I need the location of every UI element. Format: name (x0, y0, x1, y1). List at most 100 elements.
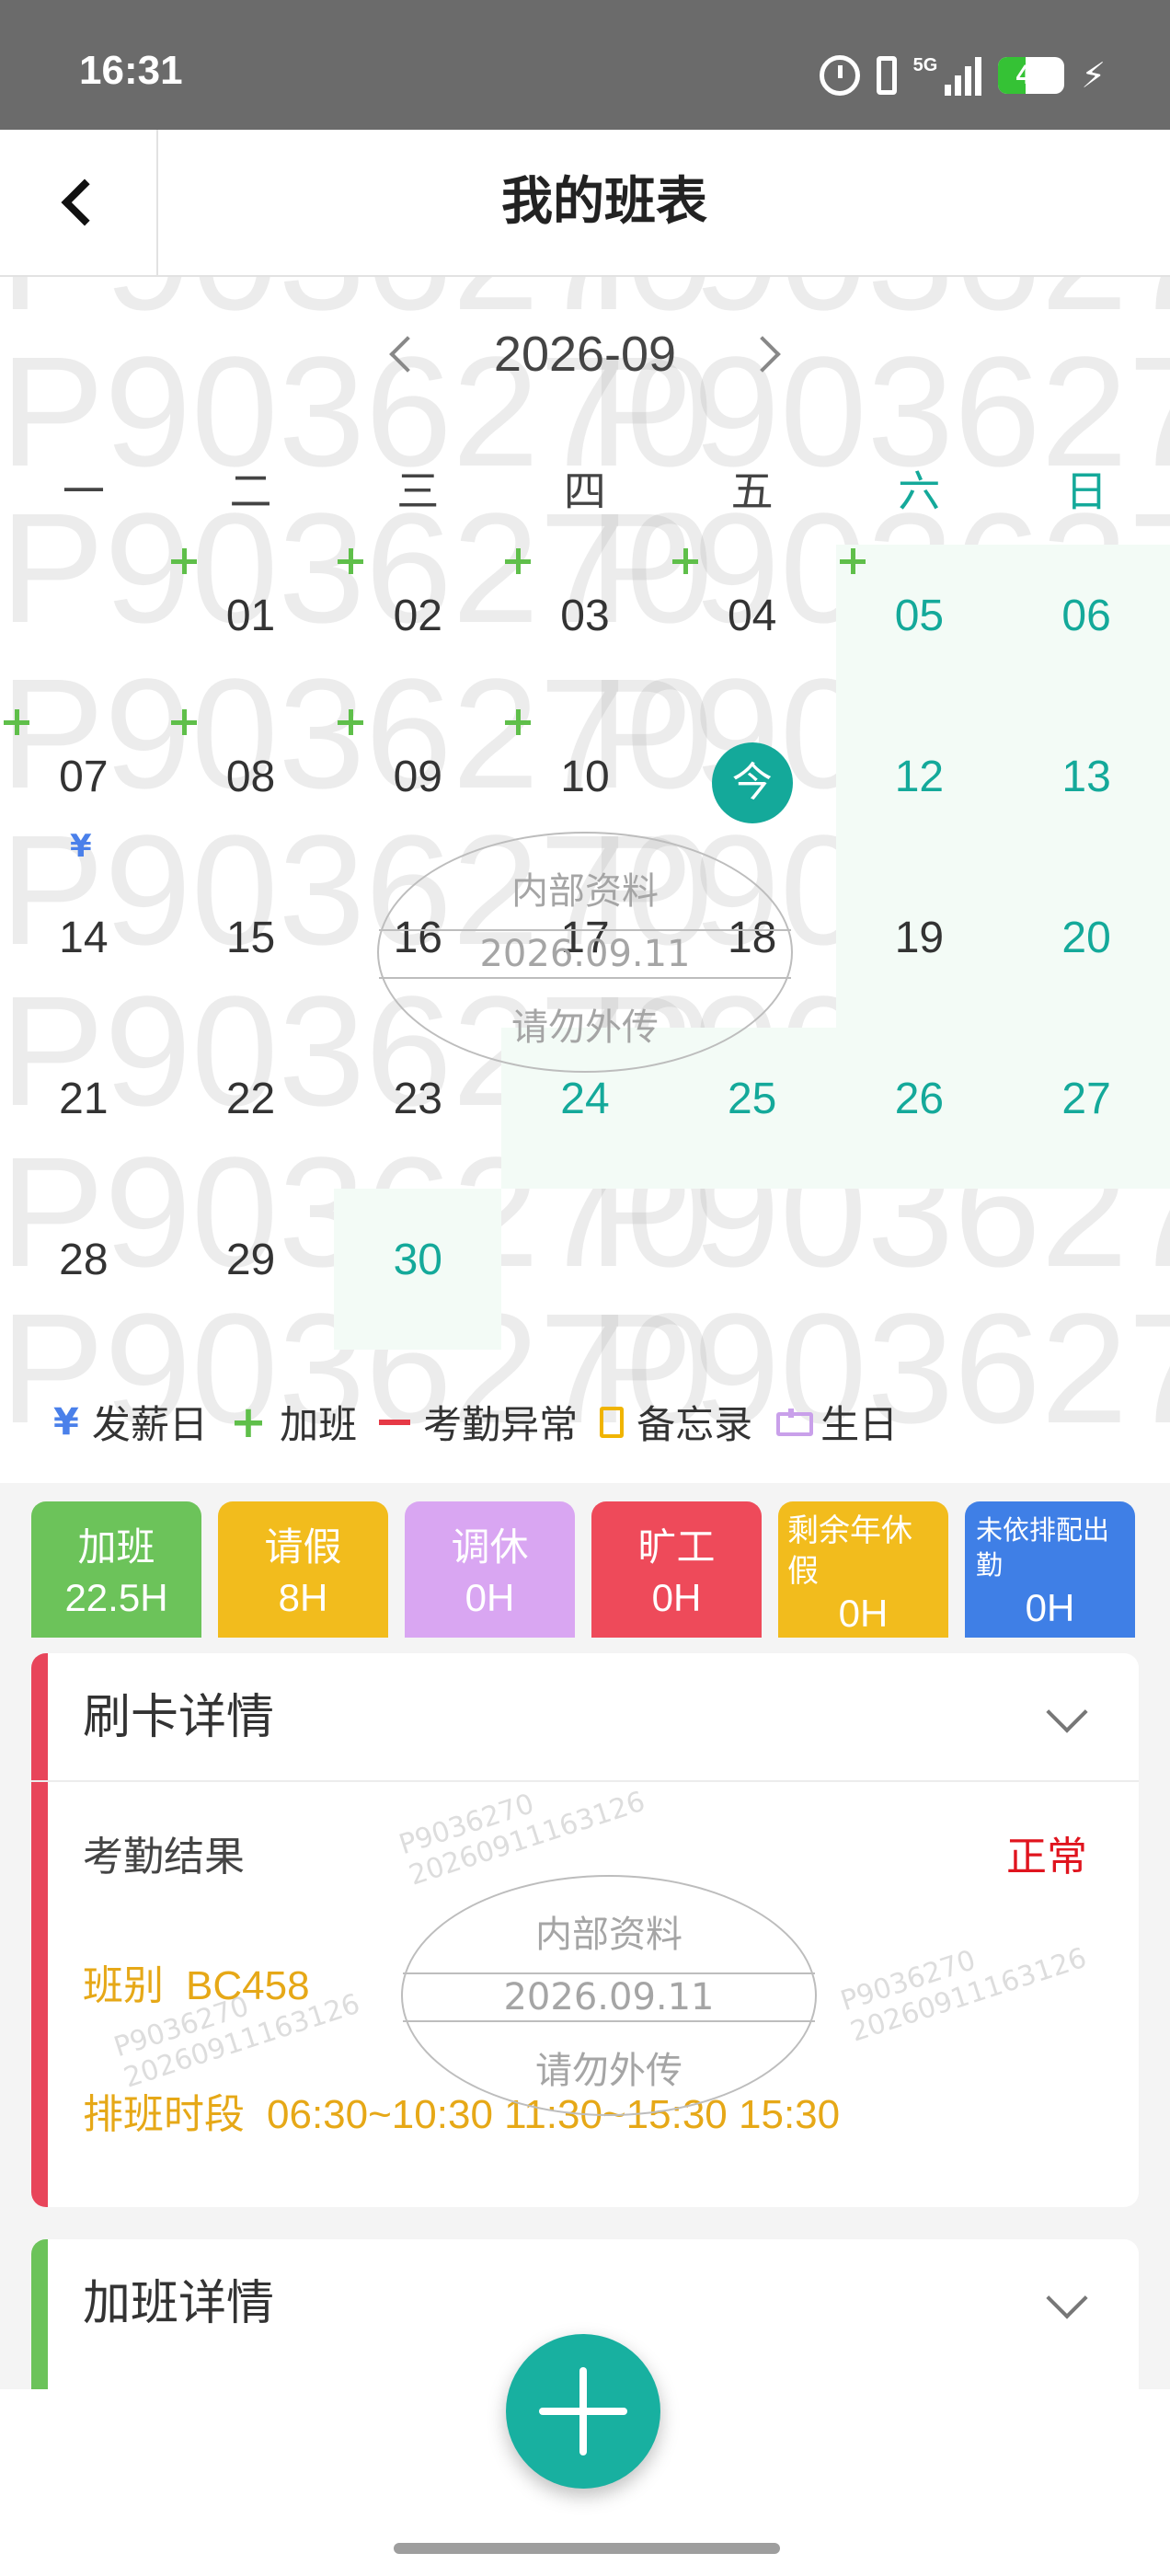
stat-overtime[interactable]: 加班 22.5H (31, 1501, 201, 1638)
legend-memo: 备忘录 (600, 1394, 752, 1450)
schedule-row: 排班时段 06:30~10:30 11:30~15:30 15:30 (83, 2081, 840, 2140)
day-number: 12 (894, 753, 945, 801)
stat-value: 0H (651, 1576, 702, 1619)
legend-abnormal: 考勤异常 (379, 1394, 578, 1450)
calendar-day[interactable]: 16 (334, 867, 501, 1028)
calendar-day[interactable]: 10 (501, 706, 669, 867)
calendar-day[interactable]: 01 (167, 545, 335, 706)
weekday-label: 六 (898, 466, 941, 516)
attendance-result-value: 正常 (1006, 1834, 1087, 1880)
day-number: 01 (225, 592, 276, 640)
calendar-day[interactable]: 25 (668, 1028, 836, 1189)
weekday-label: 一 (62, 466, 105, 516)
day-number: 30 (393, 1236, 442, 1284)
day-number: 25 (727, 1075, 777, 1123)
calendar-day[interactable]: 08 (167, 706, 335, 867)
calendar-day[interactable]: 今 (669, 706, 836, 867)
today-marker: 今 (711, 742, 793, 823)
calendar-day[interactable]: 04 (669, 545, 836, 706)
alarm-icon (819, 55, 860, 96)
calendar-day[interactable]: 14 ¥ (0, 828, 167, 1028)
stat-value: 8H (278, 1576, 328, 1619)
stat-label: 请假 (264, 1524, 342, 1570)
day-number: 17 (560, 914, 610, 962)
calendar-day[interactable]: 09 (334, 706, 501, 867)
back-button[interactable] (0, 130, 158, 275)
calendar-day[interactable]: 20 (1003, 867, 1170, 1028)
day-number: 27 (1061, 1075, 1111, 1123)
stat-label: 旷工 (637, 1524, 716, 1570)
calendar-day[interactable]: 13 (1003, 706, 1170, 867)
cake-icon (774, 1408, 814, 1436)
stat-compensatory[interactable]: 调休 0H (405, 1501, 575, 1638)
add-button[interactable] (506, 2334, 660, 2489)
home-indicator[interactable] (394, 2543, 780, 2554)
calendar-day[interactable]: 23 (334, 1028, 501, 1189)
chevron-down-icon[interactable] (1046, 2277, 1088, 2319)
day-number: 26 (894, 1075, 945, 1123)
dash-icon (379, 1419, 411, 1425)
overtime-plus-icon (334, 706, 367, 739)
stat-value: 0H (1025, 1586, 1075, 1629)
calendar-day[interactable]: 12 (835, 706, 1004, 867)
day-number: 18 (727, 914, 777, 962)
day-number: 16 (393, 914, 442, 962)
calendar-day[interactable]: 29 (167, 1189, 335, 1350)
day-number: 24 (560, 1075, 610, 1123)
legend-label: 发薪日 (91, 1402, 208, 1447)
vibrate-icon (876, 56, 897, 95)
app-header: 我的班表 (0, 130, 1170, 277)
stat-annual-leave[interactable]: 剩余年休假 0H (778, 1501, 948, 1638)
page-title: 我的班表 (501, 172, 707, 232)
day-number: 08 (225, 753, 276, 801)
status-time: 16:31 (79, 48, 183, 93)
legend-payday: ¥ 发薪日 (53, 1394, 208, 1450)
weekday-label: 二 (229, 466, 272, 516)
calendar-day[interactable]: 05 (835, 545, 1004, 706)
status-icons: 5G 41 ⚡ (819, 48, 1106, 103)
overtime-plus-icon (836, 545, 869, 578)
prev-month-icon[interactable] (389, 336, 426, 373)
calendar-grid: 01 02 03 04 05 06 07 08 09 10 今 12 13 14 ¥15 16 17 18 19 20… (0, 545, 1170, 1350)
calendar-day[interactable]: 21 (0, 1028, 167, 1189)
calendar-day[interactable]: 15 (167, 867, 335, 1028)
calendar-day[interactable]: 30 (334, 1189, 502, 1350)
day-number: 10 (560, 753, 610, 801)
weekday-label: 五 (730, 466, 774, 516)
calendar-day[interactable]: 03 (501, 545, 669, 706)
calendar-day[interactable]: 06 (1003, 545, 1170, 706)
day-number: 09 (393, 753, 442, 801)
overtime-title: 加班详情 (83, 2276, 275, 2331)
overtime-plus-icon (167, 545, 201, 578)
day-number: 02 (393, 592, 442, 640)
stats-row: 加班 22.5H 请假 8H 调休 0H 旷工 0H 剩余年休假 0H 未依排配出勤 0H (31, 1501, 1139, 1638)
calendar-day[interactable]: 17 (501, 867, 669, 1028)
stat-unscheduled[interactable]: 未依排配出勤 0H (965, 1501, 1135, 1638)
calendar-day[interactable]: 26 (835, 1028, 1004, 1189)
weekday-header: 一 二 三 四 五 六 日 (0, 432, 1170, 545)
chevron-down-icon[interactable] (1046, 1691, 1088, 1733)
stat-value: 0H (838, 1592, 889, 1635)
memo-icon (600, 1406, 625, 1438)
legend-overtime: + 加班 (230, 1394, 357, 1450)
calendar-day[interactable]: 22 (167, 1028, 335, 1189)
charging-icon: ⚡ (1081, 55, 1106, 96)
calendar: 一 二 三 四 五 六 日 01 02 03 04 05 06 07 08 09 10 今 12 13 1… (0, 432, 1170, 1350)
calendar-day[interactable]: 24 (501, 1028, 669, 1189)
overtime-plus-icon (0, 706, 33, 739)
signal-icon (945, 55, 982, 96)
calendar-day[interactable]: 18 (669, 867, 836, 1028)
stat-leave[interactable]: 请假 8H (218, 1501, 388, 1638)
calendar-day[interactable]: 27 (1003, 1028, 1170, 1189)
day-number: 05 (894, 592, 945, 640)
stat-value: 0H (465, 1576, 515, 1619)
battery-level: 41 (1015, 60, 1047, 90)
stat-absent[interactable]: 旷工 0H (591, 1501, 762, 1638)
next-month-icon[interactable] (744, 336, 781, 373)
calendar-day[interactable]: 28 (0, 1189, 167, 1350)
calendar-day[interactable]: 19 (835, 867, 1004, 1028)
calendar-legend: ¥ 发薪日 + 加班 考勤异常 备忘录 生日 (53, 1394, 920, 1450)
day-number: 29 (225, 1236, 276, 1284)
punch-card-header[interactable]: 刷卡详情 (31, 1653, 1139, 1782)
calendar-day[interactable]: 02 (334, 545, 501, 706)
